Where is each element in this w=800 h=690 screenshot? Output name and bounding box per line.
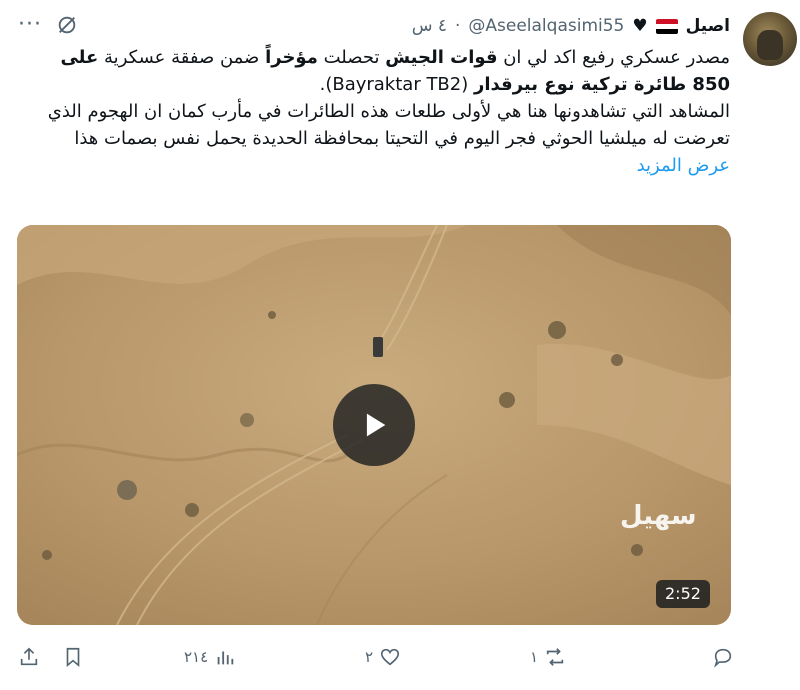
repost-icon xyxy=(546,648,564,666)
separator-dot: · xyxy=(454,16,461,36)
like-icon xyxy=(380,648,400,666)
text-run: ضمن صفقة عسكرية xyxy=(98,47,266,68)
play-icon xyxy=(366,413,386,437)
tweet-paragraph-2: المشاهد التي تشاهدونها هنا هي لأولى طلعا… xyxy=(47,101,730,149)
display-name[interactable]: اصيل xyxy=(686,16,730,36)
text-run-bold: قوات الجيش xyxy=(385,47,498,68)
text-run-bold: مؤخراً xyxy=(265,47,318,68)
video-duration: 2:52 xyxy=(656,580,710,608)
views-icon xyxy=(217,651,234,665)
channel-watermark: سهيل xyxy=(620,501,697,531)
text-run: مصدر عسكري رفيع اكد لي ان xyxy=(497,47,730,68)
timestamp[interactable]: ٤ س xyxy=(412,16,447,36)
grok-icon[interactable] xyxy=(56,14,78,36)
more-icon[interactable]: ··· xyxy=(18,12,42,37)
reply-icon xyxy=(714,648,732,668)
reply-button[interactable] xyxy=(706,640,734,674)
flag-icon xyxy=(655,18,678,34)
bookmark-icon xyxy=(66,647,80,668)
tweet-text: مصدر عسكري رفيع اكد لي ان قوات الجيش تحص… xyxy=(18,44,730,179)
bookmark-button[interactable] xyxy=(62,640,84,674)
tweet-actions: ٢١٤ ٢ ١ xyxy=(0,640,800,674)
show-more-link[interactable]: عرض المزيد xyxy=(637,155,730,176)
likes-count: ٢ xyxy=(365,648,374,666)
play-button[interactable] xyxy=(333,384,415,466)
heart-icon: ♥ xyxy=(632,16,648,36)
tweet-paragraph-1: مصدر عسكري رفيع اكد لي ان قوات الجيش تحص… xyxy=(18,44,730,98)
avatar[interactable] xyxy=(743,12,797,66)
share-button[interactable] xyxy=(18,640,40,674)
tweet-header: اصيل ♥ @Aseelalqasimi55 · ٤ س xyxy=(412,12,730,40)
text-run: تحصلت xyxy=(317,47,386,68)
reposts-count: ١ xyxy=(530,648,539,666)
repost-button[interactable]: ١ xyxy=(530,640,566,674)
share-icon xyxy=(20,647,38,666)
user-handle[interactable]: @Aseelalqasimi55 xyxy=(468,16,624,36)
views-button[interactable]: ٢١٤ xyxy=(184,640,236,674)
text-run: (Bayraktar TB2). xyxy=(319,74,474,95)
like-button[interactable]: ٢ xyxy=(365,640,401,674)
views-count: ٢١٤ xyxy=(184,648,209,666)
